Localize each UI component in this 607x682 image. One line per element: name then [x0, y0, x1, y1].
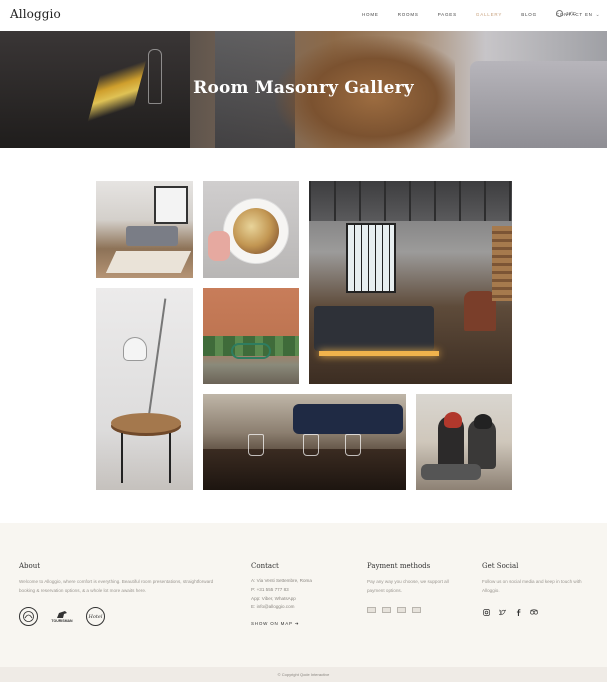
card-icon: [382, 607, 391, 613]
sun-icon: [556, 10, 563, 17]
footer-social-text: Follow us on social media and keep in to…: [482, 579, 582, 593]
image-window: [154, 186, 188, 224]
instagram-icon[interactable]: [482, 608, 490, 616]
card-icon: [412, 607, 421, 613]
social-links: [482, 608, 582, 616]
award-tourisman-icon: TOURISMAN: [51, 608, 73, 626]
image-motorbike: [421, 464, 481, 480]
footer-social: Get Social Follow us on social media and…: [482, 562, 582, 616]
card-icon: [397, 607, 406, 613]
contact-phone[interactable]: P: +31 555 777 83: [251, 586, 351, 595]
show-on-map-link[interactable]: SHOW ON MAP ➔: [251, 621, 351, 627]
show-on-map-label: SHOW ON MAP: [251, 621, 293, 627]
card-icon: [367, 607, 376, 613]
award-emblem-icon: [19, 607, 38, 626]
footer-social-title: Get Social: [482, 562, 519, 570]
site-logo[interactable]: Alloggio: [10, 7, 61, 21]
nav-rooms[interactable]: ROOMS: [398, 12, 419, 17]
footer-about: About Welcome to Alloggio, where comfort…: [19, 562, 214, 626]
nav-pages[interactable]: PAGES: [438, 12, 457, 17]
image-wood-stool: [111, 413, 181, 433]
nav-home[interactable]: HOME: [362, 12, 379, 17]
weather-widget: 13°C: [556, 10, 576, 17]
gallery-image-terrace-bike[interactable]: [203, 288, 299, 384]
language-label: EN: [585, 12, 593, 17]
footer-contact-title: Contact: [251, 562, 279, 570]
award-hotel-label: Hotel: [88, 613, 103, 620]
image-lamp-arm: [147, 298, 167, 418]
site-footer: About Welcome to Alloggio, where comfort…: [0, 523, 607, 667]
gallery-image-industrial-bedroom[interactable]: [309, 181, 512, 384]
nav-gallery[interactable]: GALLERY: [476, 12, 502, 17]
image-granola: [233, 208, 279, 254]
contact-apps: App: Viber, WhatsApp: [251, 595, 296, 601]
twitter-icon[interactable]: [498, 608, 506, 616]
horse-icon: [57, 611, 67, 618]
hero-bed: [470, 61, 607, 148]
facebook-icon[interactable]: [514, 608, 522, 616]
gallery-image-bedroom-loft[interactable]: [96, 181, 193, 278]
footer-contact: Contact A: Via Venti Settembre, Roma P: …: [251, 562, 351, 627]
copyright-bar: © Copyright Qode Interactive: [0, 667, 607, 682]
image-rug: [105, 251, 192, 273]
image-glass: [248, 434, 264, 456]
footer-payment: Payment methods Pay any way you choose, …: [367, 562, 467, 613]
image-ceiling-beams: [309, 181, 512, 221]
footer-about-text: Welcome to Alloggio, where comfort is ev…: [19, 579, 214, 593]
gallery-image-dining-table[interactable]: [203, 394, 406, 490]
image-lamp: [124, 338, 146, 360]
image-stool-legs: [121, 433, 171, 483]
award-logos: TOURISMAN Hotel: [19, 607, 214, 626]
gallery-image-motorbike-couple[interactable]: [416, 394, 512, 490]
image-bed-light: [319, 351, 439, 356]
image-bed: [314, 306, 434, 351]
contact-address: A: Via Venti Settembre, Roma: [251, 578, 312, 583]
nav-blog[interactable]: BLOG: [521, 12, 537, 17]
image-helmet: [444, 412, 462, 428]
laurel-icon: [23, 611, 34, 622]
tripadvisor-icon[interactable]: [530, 608, 538, 616]
footer-payment-title: Payment methods: [367, 562, 431, 570]
image-glass: [345, 434, 361, 456]
arrow-right-icon: ➔: [294, 621, 300, 627]
gallery-image-lamp-stool[interactable]: [96, 288, 193, 490]
image-firewood: [492, 226, 512, 301]
contact-email[interactable]: E: info@alloggio.com: [251, 603, 351, 612]
site-header: Alloggio HOME ROOMS PAGES GALLERY BLOG C…: [0, 0, 607, 31]
image-sofa: [293, 404, 403, 434]
image-glass: [303, 434, 319, 456]
image-window: [346, 223, 396, 293]
payment-cards: [367, 607, 467, 613]
image-bed: [126, 226, 178, 246]
footer-payment-text: Pay any way you choose, we support all p…: [367, 579, 449, 593]
image-helmet: [474, 414, 492, 429]
award-hotel-icon: Hotel: [86, 607, 105, 626]
weather-temperature: 13°C: [566, 11, 577, 16]
chevron-down-icon: ⌄: [595, 12, 601, 18]
image-bicycle: [231, 343, 271, 359]
gallery-image-granola-bowl[interactable]: [203, 181, 299, 278]
page-title: Room Masonry Gallery: [193, 78, 414, 98]
footer-about-title: About: [19, 562, 41, 570]
hero-banner: Room Masonry Gallery: [0, 31, 607, 148]
award-tourisman-label: TOURISMAN: [51, 619, 73, 623]
copyright-text: © Copyright Qode Interactive: [277, 672, 330, 677]
image-hand: [208, 231, 230, 261]
language-selector[interactable]: EN ⌄: [585, 12, 600, 18]
